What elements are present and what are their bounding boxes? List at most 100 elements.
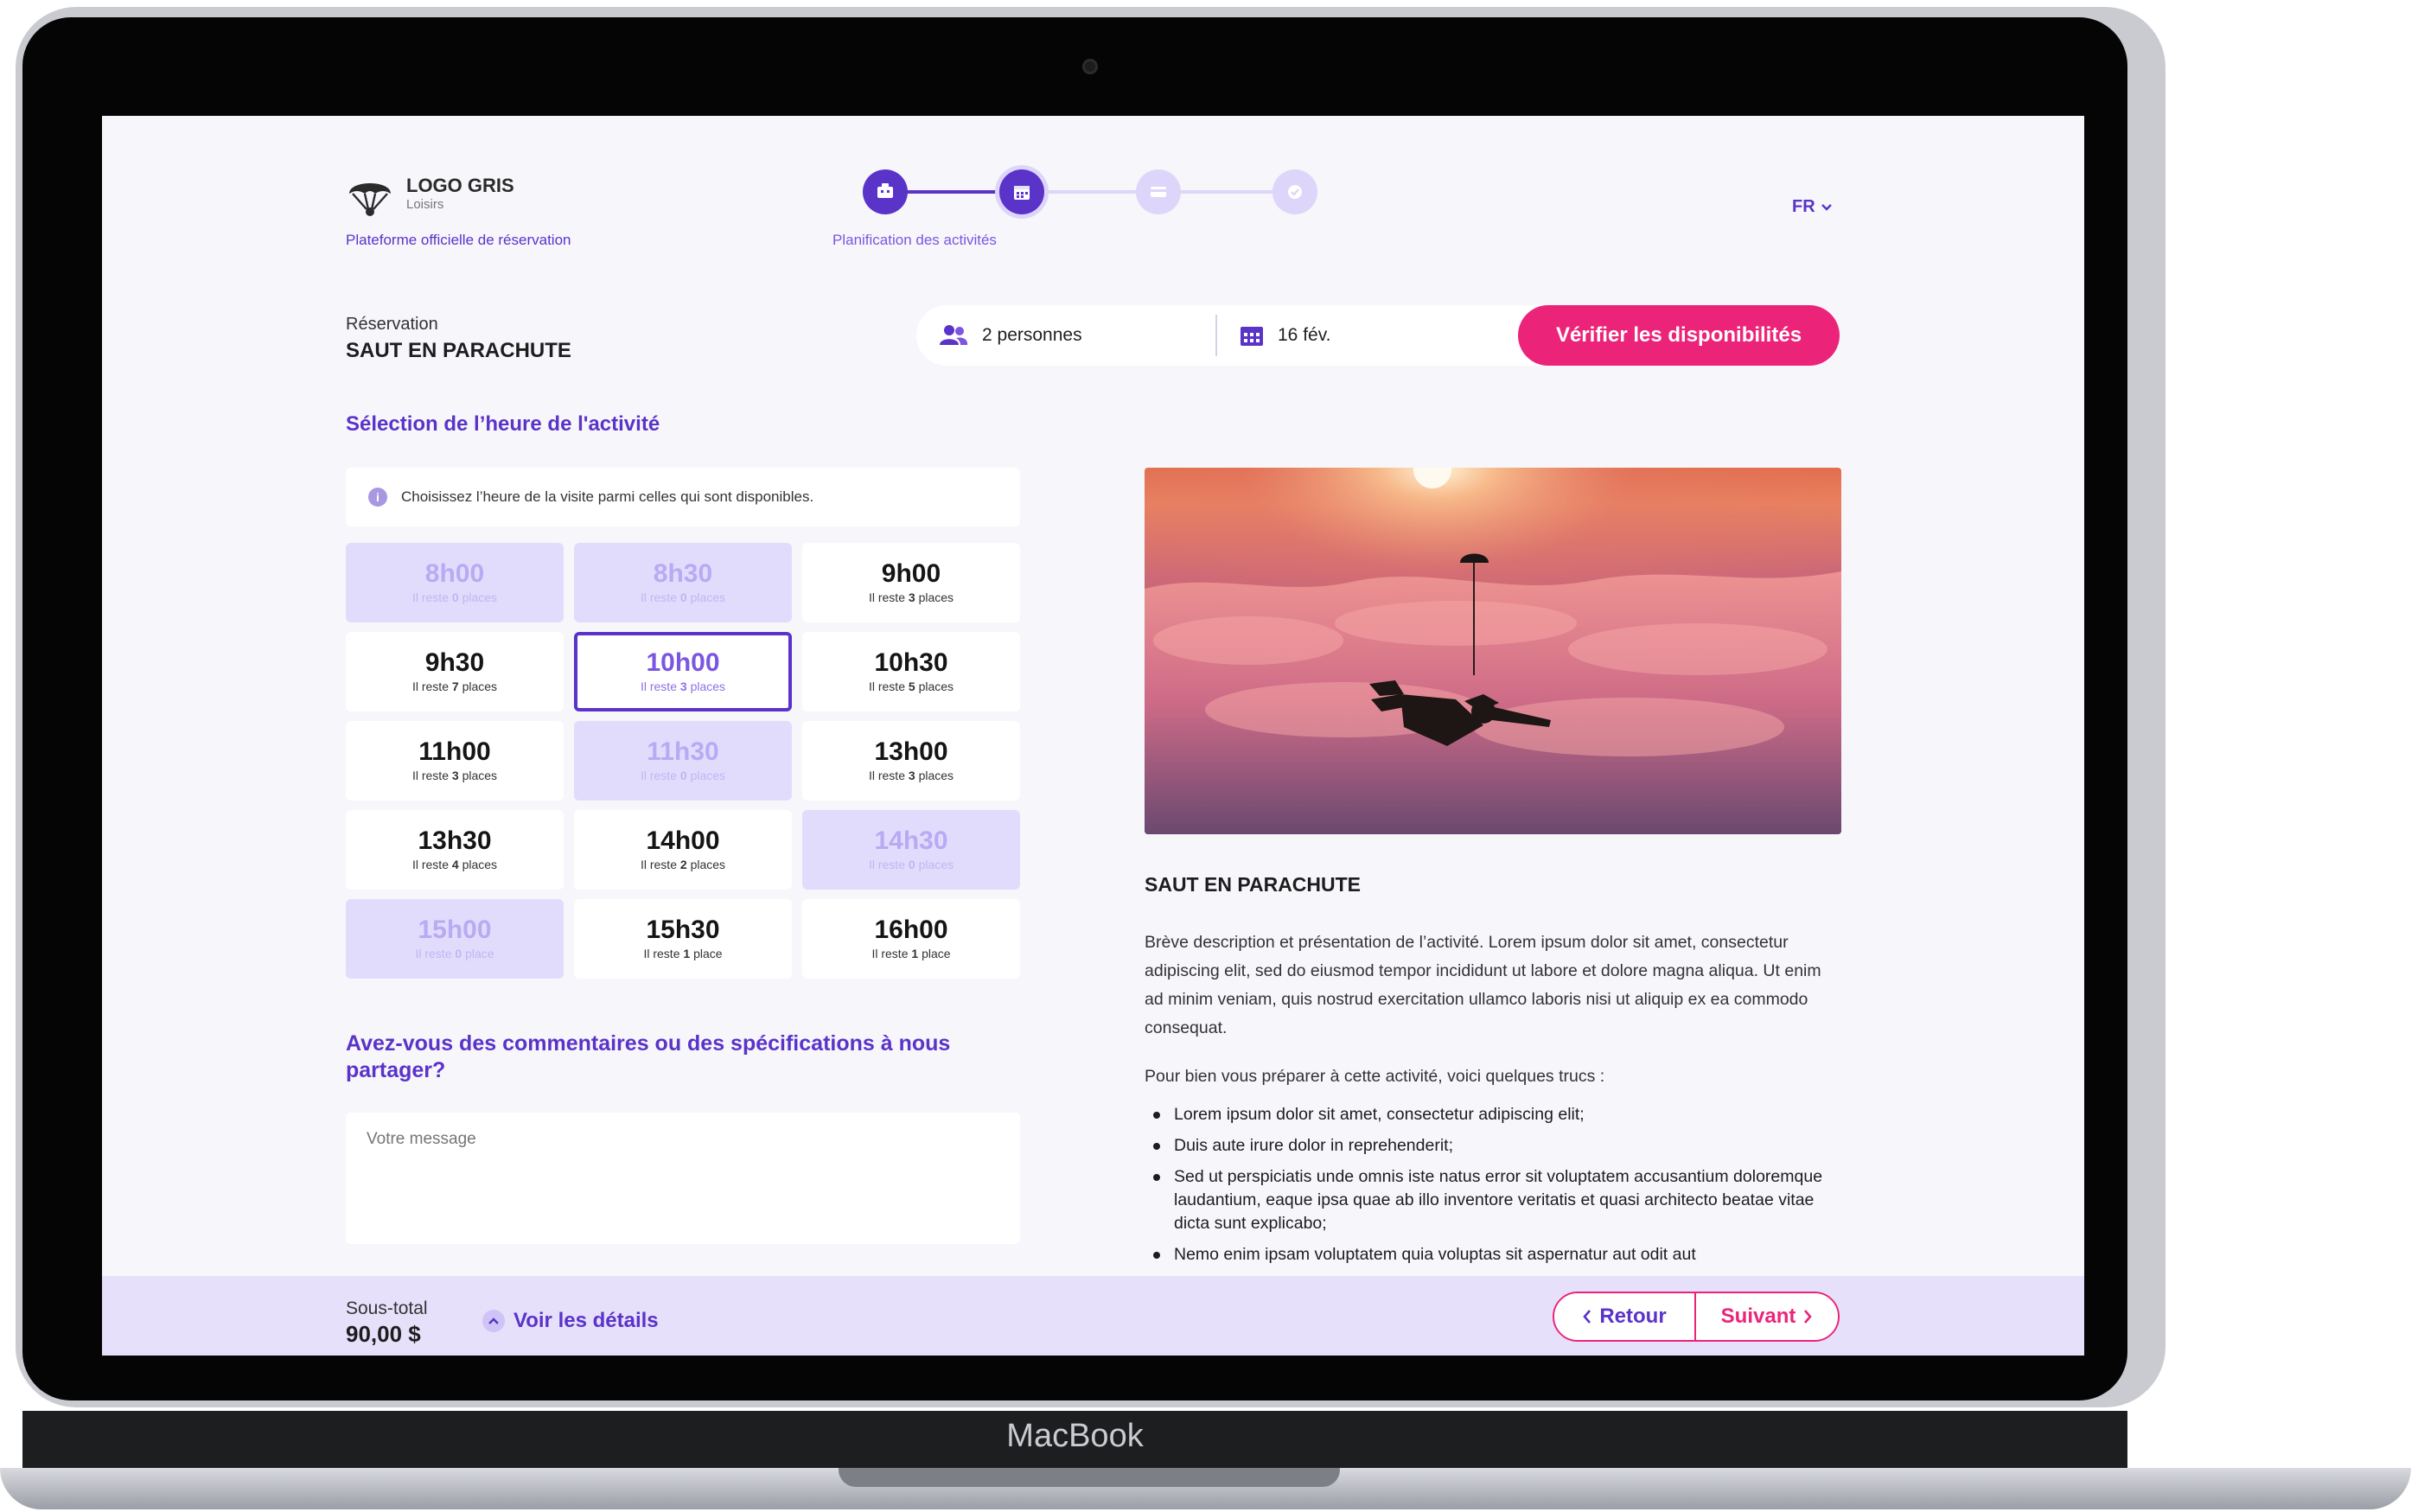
comments-title: Avez-vous des commentaires ou des spécif… bbox=[346, 1031, 951, 1083]
platform-tagline: Plateforme officielle de réservation bbox=[346, 232, 571, 248]
slot-prefix: Il reste bbox=[640, 858, 677, 871]
slot-count: 1 bbox=[683, 947, 691, 960]
time-slot: 8h30 Il reste 0 places bbox=[574, 543, 792, 622]
info-box: i Choisissez l’heure de la visite parmi … bbox=[346, 468, 1020, 526]
date-field[interactable]: 16 fév. bbox=[1217, 305, 1511, 366]
time-slot[interactable]: 11h00 Il reste 3 places bbox=[346, 721, 564, 801]
time-slot[interactable]: 13h00 Il reste 3 places bbox=[802, 721, 1020, 801]
chevron-down-icon bbox=[1821, 203, 1832, 211]
slot-remaining: Il reste 0 places bbox=[641, 769, 725, 782]
time-slot[interactable]: 10h30 Il reste 5 places bbox=[802, 632, 1020, 711]
slot-remaining: Il reste 3 places bbox=[869, 769, 954, 782]
info-text: Choisissez l’heure de la visite parmi ce… bbox=[401, 488, 814, 505]
message-input[interactable] bbox=[346, 1113, 1020, 1244]
info-icon: i bbox=[368, 488, 387, 507]
app-screen: LOGO GRIS Loisirs Plateforme officielle … bbox=[102, 116, 2084, 1356]
slot-time: 14h00 bbox=[646, 826, 720, 855]
laptop-notch bbox=[839, 1468, 1340, 1487]
slot-count: 3 bbox=[679, 679, 687, 693]
check-icon bbox=[1288, 185, 1302, 199]
time-slot[interactable]: 9h30 Il reste 7 places bbox=[346, 632, 564, 711]
time-selection-title: Sélection de l’heure de l'activité bbox=[346, 412, 660, 436]
reservation-label: Réservation bbox=[346, 315, 438, 334]
slot-time: 11h30 bbox=[647, 737, 719, 766]
slot-remaining: Il reste 7 places bbox=[412, 679, 497, 693]
slot-count: 3 bbox=[451, 769, 459, 782]
slot-count: 3 bbox=[908, 590, 915, 604]
check-availability-button[interactable]: Vérifier les disponibilités bbox=[1518, 305, 1840, 366]
slot-prefix: Il reste bbox=[868, 590, 905, 604]
back-label: Retour bbox=[1599, 1305, 1667, 1328]
slot-time: 8h30 bbox=[653, 559, 713, 588]
chevron-left-icon bbox=[1583, 1310, 1591, 1324]
slot-time: 13h00 bbox=[874, 737, 948, 766]
time-slot[interactable]: 9h00 Il reste 3 places bbox=[802, 543, 1020, 622]
slot-unit: places bbox=[690, 590, 726, 604]
slot-remaining: Il reste 4 places bbox=[412, 858, 497, 871]
reservation-title: SAUT EN PARACHUTE bbox=[346, 339, 571, 362]
step-3[interactable] bbox=[1136, 169, 1181, 214]
date-value: 16 fév. bbox=[1278, 325, 1331, 345]
view-details-button[interactable]: Voir les détails bbox=[482, 1309, 659, 1333]
slot-prefix: Il reste bbox=[640, 590, 677, 604]
slot-count: 4 bbox=[451, 858, 459, 871]
slot-unit: places bbox=[462, 590, 498, 604]
slot-unit: places bbox=[918, 769, 954, 782]
chevron-up-icon bbox=[482, 1310, 505, 1332]
slot-time: 10h30 bbox=[874, 648, 948, 677]
slot-count: 0 bbox=[679, 769, 687, 782]
slot-time: 9h30 bbox=[424, 648, 485, 677]
activity-description: Brève description et présentation de l’a… bbox=[1145, 933, 1821, 1037]
stepper-current-label: Planification des activités bbox=[832, 232, 997, 248]
persons-field[interactable]: 2 personnes bbox=[916, 305, 1215, 366]
slot-unit: place bbox=[693, 947, 723, 960]
slot-remaining: Il reste 0 places bbox=[869, 858, 954, 871]
time-slot[interactable]: 10h00 Il reste 3 places bbox=[574, 632, 792, 711]
logo-title: LOGO GRIS bbox=[406, 175, 514, 196]
skydiver-image bbox=[1145, 468, 1841, 834]
list-item: Duis aute irure dolor in reprehenderit; bbox=[1145, 1134, 1841, 1158]
slot-remaining: Il reste 1 place bbox=[643, 947, 722, 960]
slot-prefix: Il reste bbox=[640, 679, 677, 693]
subtotal-value: 90,00 $ bbox=[346, 1321, 421, 1347]
step-2-active[interactable] bbox=[999, 169, 1044, 214]
slot-time: 8h00 bbox=[424, 559, 485, 588]
time-slot[interactable]: 15h30 Il reste 1 place bbox=[574, 899, 792, 979]
slot-prefix: Il reste bbox=[868, 679, 905, 693]
time-slot: 15h00 Il reste 0 place bbox=[346, 899, 564, 979]
people-icon bbox=[940, 325, 968, 345]
slot-count: 0 bbox=[455, 947, 462, 960]
activity-title: SAUT EN PARACHUTE bbox=[1145, 873, 1362, 896]
time-slot[interactable]: 13h30 Il reste 4 places bbox=[346, 810, 564, 890]
list-item: Lorem ipsum dolor sit amet, consectetur … bbox=[1145, 1103, 1841, 1126]
slot-remaining: Il reste 2 places bbox=[641, 858, 725, 871]
slot-time: 9h00 bbox=[881, 559, 941, 588]
time-slot[interactable]: 16h00 Il reste 1 place bbox=[802, 899, 1020, 979]
slot-count: 7 bbox=[451, 679, 459, 693]
slot-remaining: Il reste 0 places bbox=[641, 590, 725, 604]
step-4[interactable] bbox=[1272, 169, 1317, 214]
next-button[interactable]: Suivant bbox=[1696, 1293, 1838, 1340]
language-selector[interactable]: FR bbox=[1792, 197, 1833, 217]
time-slot-grid: 8h00 Il reste 0 places 8h30 Il reste 0 plac… bbox=[346, 543, 1020, 979]
slot-unit: places bbox=[462, 769, 498, 782]
slot-count: 0 bbox=[679, 590, 687, 604]
back-button[interactable]: Retour bbox=[1554, 1293, 1696, 1340]
view-details-label: Voir les détails bbox=[513, 1309, 659, 1332]
time-slot: 11h30 Il reste 0 places bbox=[574, 721, 792, 801]
slot-time: 16h00 bbox=[874, 915, 948, 944]
time-slot[interactable]: 14h00 Il reste 2 places bbox=[574, 810, 792, 890]
device-brand: MacBook bbox=[1006, 1418, 1144, 1454]
calendar-icon bbox=[1014, 186, 1030, 200]
time-slot: 14h30 Il reste 0 places bbox=[802, 810, 1020, 890]
language-value: FR bbox=[1792, 197, 1815, 216]
slot-time: 14h30 bbox=[874, 826, 948, 855]
slot-time: 15h30 bbox=[646, 915, 720, 944]
slot-time: 11h00 bbox=[418, 737, 491, 766]
ticket-icon bbox=[877, 183, 893, 198]
calendar-icon bbox=[1241, 327, 1263, 346]
step-1[interactable] bbox=[863, 169, 908, 214]
slot-unit: places bbox=[918, 679, 954, 693]
slot-prefix: Il reste bbox=[415, 947, 452, 960]
card-icon bbox=[1151, 187, 1166, 197]
